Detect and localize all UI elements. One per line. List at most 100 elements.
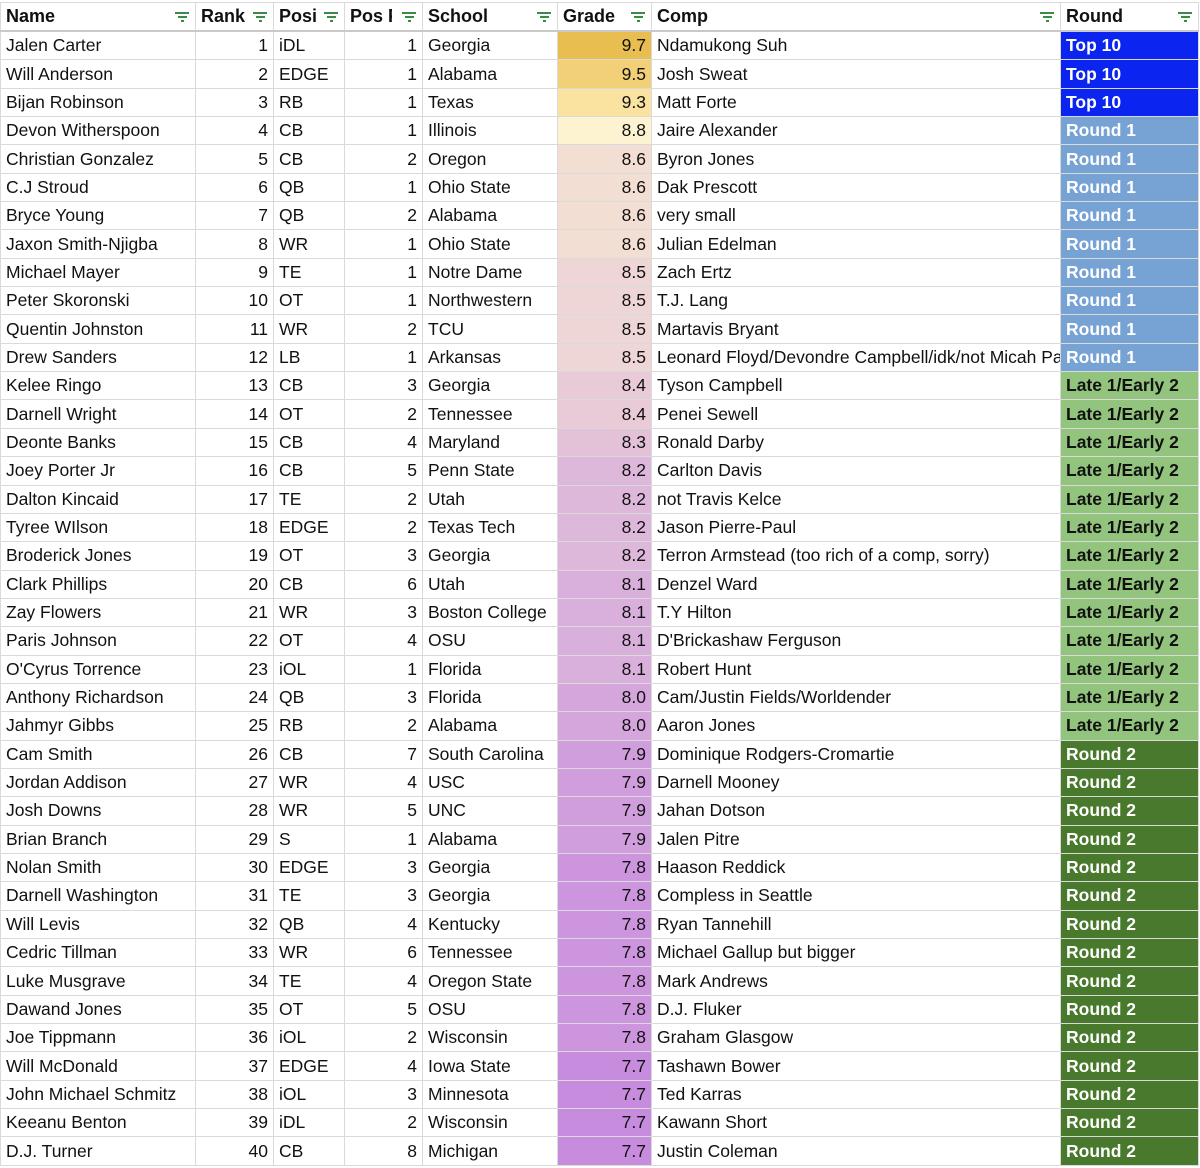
cell-school[interactable]: OSU: [422, 994, 558, 1025]
cell-round[interactable]: Round 2: [1060, 1108, 1199, 1138]
cell-round[interactable]: Round 2: [1060, 1051, 1199, 1081]
cell-comp[interactable]: Josh Sweat: [651, 59, 1061, 89]
cell-round[interactable]: Late 1/Early 2: [1060, 484, 1199, 514]
cell-school[interactable]: Notre Dame: [422, 257, 558, 288]
cell-school[interactable]: USC: [422, 767, 558, 798]
cell-school[interactable]: Oregon State: [422, 966, 558, 996]
cell-grade[interactable]: 8.1: [557, 569, 652, 599]
cell-comp[interactable]: Matt Forte: [651, 87, 1061, 118]
cell-pos-rank[interactable]: 2: [344, 314, 423, 344]
cell-rank[interactable]: 13: [195, 371, 274, 401]
cell-pos-rank[interactable]: 3: [344, 597, 423, 628]
cell-round[interactable]: Round 1: [1060, 342, 1199, 373]
cell-round[interactable]: Round 1: [1060, 116, 1199, 146]
cell-rank[interactable]: 23: [195, 654, 274, 684]
cell-position[interactable]: RB: [273, 711, 345, 741]
cell-rank[interactable]: 6: [195, 172, 274, 203]
cell-comp[interactable]: Jaire Alexander: [651, 116, 1061, 146]
cell-round[interactable]: Round 2: [1060, 1023, 1199, 1053]
cell-position[interactable]: iOL: [273, 1079, 345, 1110]
cell-rank[interactable]: 9: [195, 257, 274, 288]
cell-round[interactable]: Round 2: [1060, 1079, 1199, 1110]
cell-pos-rank[interactable]: 2: [344, 399, 423, 429]
filter-icon[interactable]: [324, 12, 338, 22]
cell-comp[interactable]: Mark Andrews: [651, 966, 1061, 996]
cell-name[interactable]: Dalton Kincaid: [0, 484, 196, 514]
cell-position[interactable]: TE: [273, 484, 345, 514]
cell-name[interactable]: Will McDonald: [0, 1051, 196, 1081]
cell-school[interactable]: Georgia: [422, 852, 558, 883]
cell-school[interactable]: Tennessee: [422, 399, 558, 429]
cell-pos-rank[interactable]: 1: [344, 59, 423, 89]
cell-name[interactable]: Jaxon Smith-Njigba: [0, 229, 196, 259]
cell-rank[interactable]: 15: [195, 427, 274, 458]
cell-school[interactable]: Utah: [422, 484, 558, 514]
cell-grade[interactable]: 8.8: [557, 116, 652, 146]
column-header-pos-rank[interactable]: Pos F: [344, 2, 423, 32]
cell-round[interactable]: Top 10: [1060, 30, 1199, 61]
cell-grade[interactable]: 8.5: [557, 314, 652, 344]
cell-grade[interactable]: 8.2: [557, 484, 652, 514]
cell-grade[interactable]: 8.1: [557, 626, 652, 656]
cell-rank[interactable]: 33: [195, 937, 274, 968]
cell-grade[interactable]: 7.8: [557, 994, 652, 1025]
cell-name[interactable]: Bryce Young: [0, 201, 196, 231]
cell-comp[interactable]: Jason Pierre-Paul: [651, 512, 1061, 543]
cell-position[interactable]: QB: [273, 909, 345, 940]
cell-comp[interactable]: not Travis Kelce: [651, 484, 1061, 514]
cell-position[interactable]: WR: [273, 767, 345, 798]
cell-pos-rank[interactable]: 1: [344, 172, 423, 203]
cell-comp[interactable]: T.Y Hilton: [651, 597, 1061, 628]
cell-pos-rank[interactable]: 6: [344, 569, 423, 599]
cell-pos-rank[interactable]: 1: [344, 116, 423, 146]
cell-pos-rank[interactable]: 1: [344, 257, 423, 288]
cell-pos-rank[interactable]: 5: [344, 456, 423, 486]
cell-name[interactable]: Brian Branch: [0, 824, 196, 854]
cell-comp[interactable]: T.J. Lang: [651, 286, 1061, 316]
cell-round[interactable]: Round 2: [1060, 852, 1199, 883]
cell-pos-rank[interactable]: 8: [344, 1136, 423, 1166]
cell-name[interactable]: Will Levis: [0, 909, 196, 940]
cell-comp[interactable]: Compless in Seattle: [651, 881, 1061, 911]
cell-grade[interactable]: 9.5: [557, 59, 652, 89]
cell-grade[interactable]: 8.5: [557, 257, 652, 288]
cell-comp[interactable]: Kawann Short: [651, 1108, 1061, 1138]
cell-rank[interactable]: 16: [195, 456, 274, 486]
cell-grade[interactable]: 8.0: [557, 711, 652, 741]
cell-school[interactable]: South Carolina: [422, 739, 558, 769]
cell-name[interactable]: John Michael Schmitz: [0, 1079, 196, 1110]
cell-grade[interactable]: 7.7: [557, 1108, 652, 1138]
cell-name[interactable]: Keeanu Benton: [0, 1108, 196, 1138]
cell-school[interactable]: Iowa State: [422, 1051, 558, 1081]
cell-name[interactable]: Darnell Wright: [0, 399, 196, 429]
cell-pos-rank[interactable]: 1: [344, 654, 423, 684]
cell-rank[interactable]: 2: [195, 59, 274, 89]
cell-name[interactable]: Bijan Robinson: [0, 87, 196, 118]
cell-position[interactable]: OT: [273, 399, 345, 429]
cell-rank[interactable]: 25: [195, 711, 274, 741]
cell-school[interactable]: Penn State: [422, 456, 558, 486]
cell-rank[interactable]: 4: [195, 116, 274, 146]
cell-school[interactable]: Northwestern: [422, 286, 558, 316]
cell-round[interactable]: Round 2: [1060, 937, 1199, 968]
cell-school[interactable]: Florida: [422, 654, 558, 684]
cell-position[interactable]: iDL: [273, 30, 345, 61]
cell-rank[interactable]: 11: [195, 314, 274, 344]
cell-comp[interactable]: Tashawn Bower: [651, 1051, 1061, 1081]
filter-icon[interactable]: [1178, 12, 1192, 22]
cell-position[interactable]: CB: [273, 144, 345, 174]
cell-pos-rank[interactable]: 4: [344, 966, 423, 996]
cell-name[interactable]: Josh Downs: [0, 796, 196, 826]
cell-grade[interactable]: 8.2: [557, 456, 652, 486]
cell-school[interactable]: Ohio State: [422, 229, 558, 259]
cell-comp[interactable]: Tyson Campbell: [651, 371, 1061, 401]
cell-comp[interactable]: Ted Karras: [651, 1079, 1061, 1110]
cell-name[interactable]: Clark Phillips: [0, 569, 196, 599]
cell-name[interactable]: Jahmyr Gibbs: [0, 711, 196, 741]
cell-position[interactable]: WR: [273, 597, 345, 628]
cell-rank[interactable]: 28: [195, 796, 274, 826]
cell-rank[interactable]: 26: [195, 739, 274, 769]
cell-round[interactable]: Round 2: [1060, 909, 1199, 940]
cell-comp[interactable]: Ronald Darby: [651, 427, 1061, 458]
cell-grade[interactable]: 8.6: [557, 201, 652, 231]
